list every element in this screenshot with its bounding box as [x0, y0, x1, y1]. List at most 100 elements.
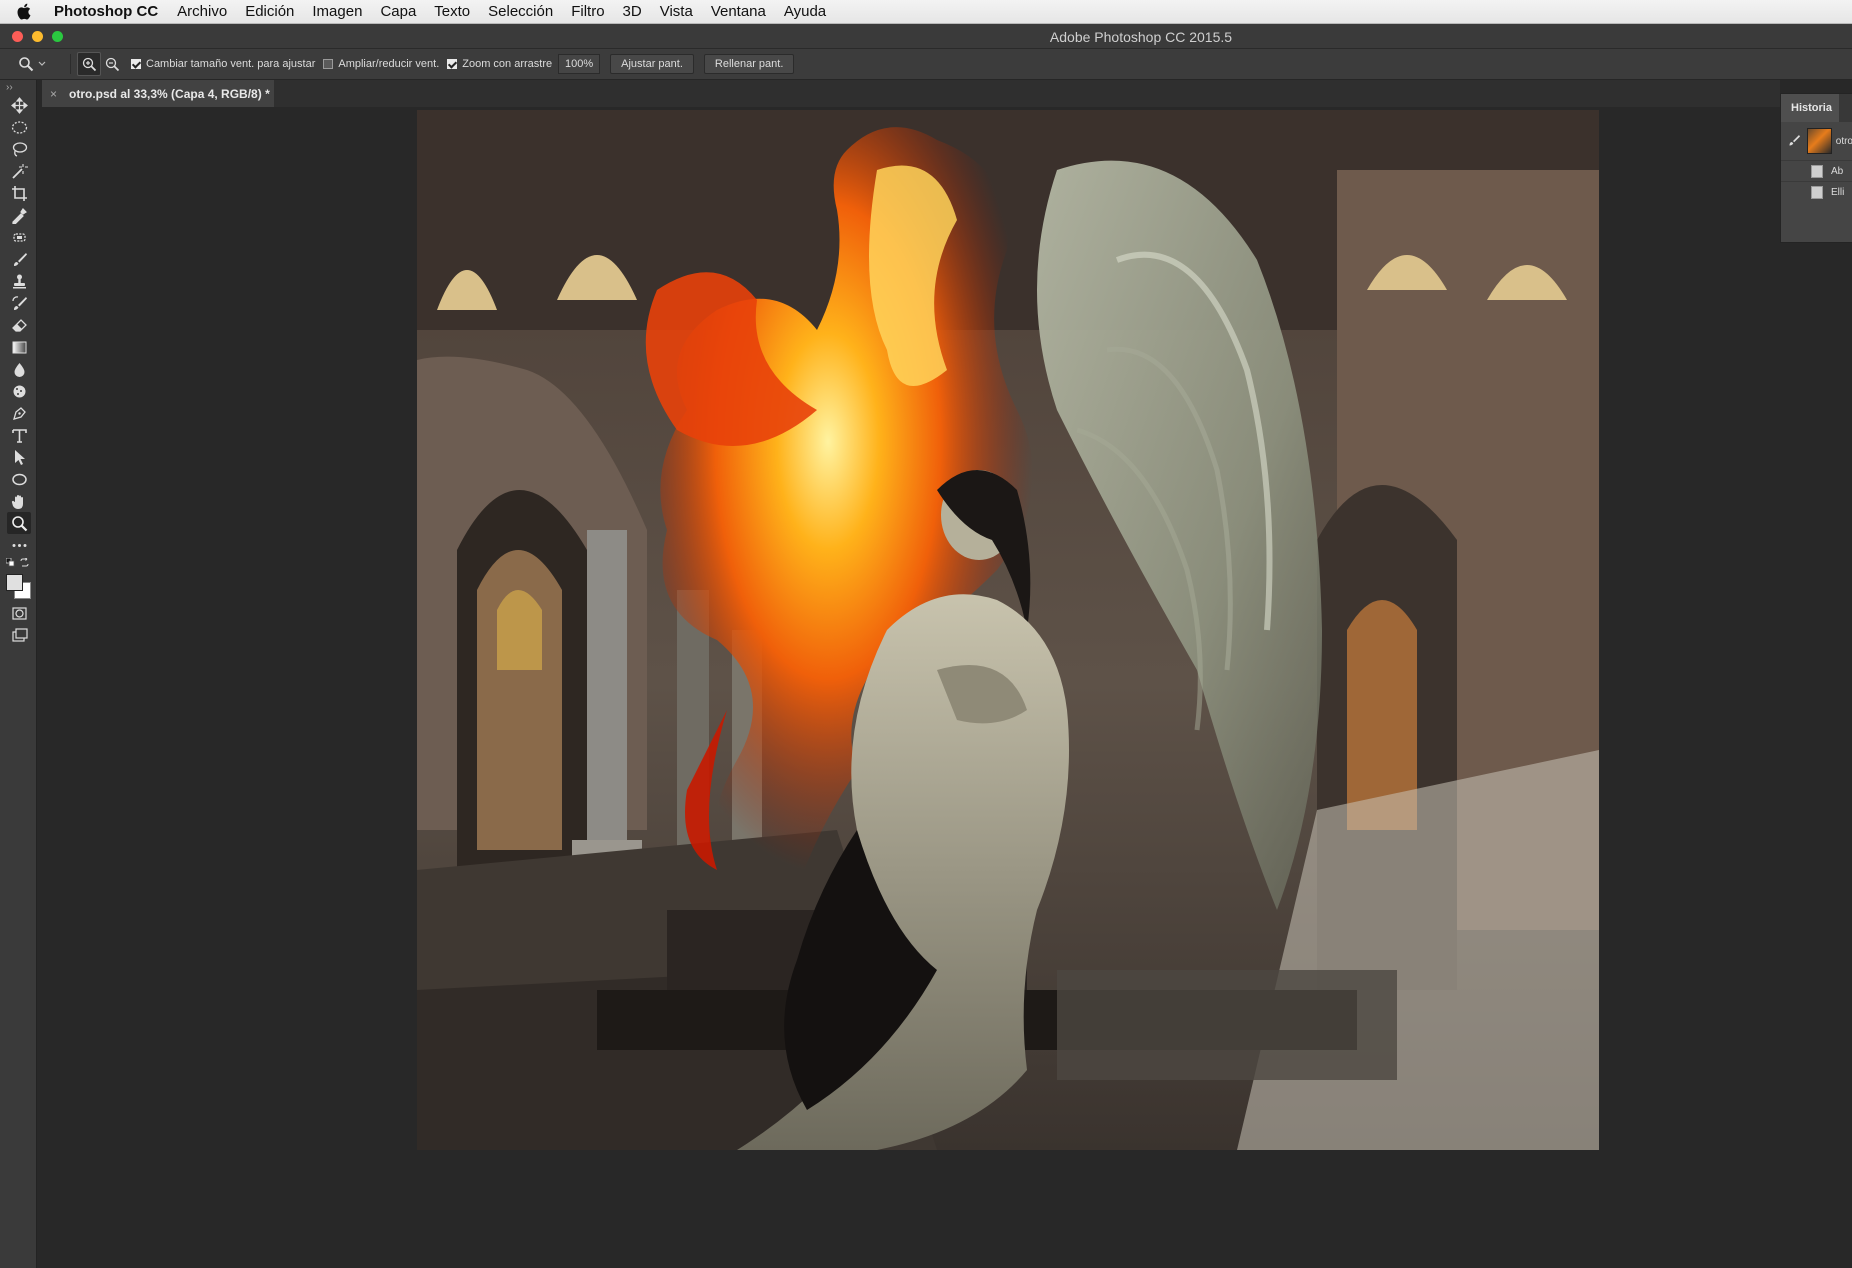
zoom-percent-button[interactable]: 100% — [558, 54, 601, 74]
magnifier-icon — [11, 515, 27, 531]
zoom-out-button[interactable] — [101, 53, 123, 75]
stamp-icon — [12, 274, 26, 288]
document-icon — [1811, 164, 1823, 178]
menu-imagen[interactable]: Imagen — [312, 3, 362, 20]
history-state[interactable]: Ab — [1781, 160, 1852, 181]
collapse-toolbar-icon[interactable]: ›› — [6, 82, 13, 93]
menu-vista[interactable]: Vista — [660, 3, 693, 20]
document-canvas-image[interactable] — [417, 110, 1599, 1150]
quick-mask-toggle[interactable] — [7, 602, 31, 624]
eyedropper-tool[interactable] — [7, 204, 31, 226]
screen-mode-icon — [11, 627, 28, 642]
menu-ventana[interactable]: Ventana — [711, 3, 766, 20]
eyedropper-icon — [11, 207, 27, 224]
options-bar: Cambiar tamaño vent. para ajustar Amplia… — [0, 49, 1852, 80]
ellipsis-icon — [12, 543, 26, 547]
eraser-tool[interactable] — [7, 314, 31, 336]
gradient-tool[interactable] — [7, 336, 31, 358]
history-snapshot[interactable]: otro — [1781, 124, 1852, 158]
path-selection-tool[interactable] — [7, 446, 31, 468]
foreground-color-swatch[interactable] — [6, 574, 23, 591]
tools-panel: ›› — [0, 80, 37, 1268]
move-icon — [10, 96, 28, 114]
blur-tool[interactable] — [7, 358, 31, 380]
menu-edicion[interactable]: Edición — [245, 3, 294, 20]
crop-icon — [11, 185, 27, 201]
brush-tool[interactable] — [7, 248, 31, 270]
clone-stamp-tool[interactable] — [7, 270, 31, 292]
healing-brush-tool[interactable] — [7, 226, 31, 248]
zoom-all-windows-checkbox[interactable] — [323, 59, 334, 69]
menu-3d[interactable]: 3D — [623, 3, 642, 20]
window-title-bar: Adobe Photoshop CC 2015.5 — [0, 24, 1852, 49]
magic-wand-tool[interactable] — [7, 160, 31, 182]
snapshot-thumbnail — [1807, 128, 1832, 154]
brush-icon — [13, 252, 27, 266]
dodge-tool[interactable] — [7, 380, 31, 402]
elliptical-marquee-icon — [11, 120, 27, 134]
crop-tool[interactable] — [7, 182, 31, 204]
screen-mode-toggle[interactable] — [7, 624, 31, 646]
swap-colors-icon[interactable] — [20, 558, 29, 567]
default-colors-icon[interactable] — [6, 558, 15, 567]
tool-preset-picker[interactable] — [18, 52, 64, 76]
drop-icon — [14, 362, 24, 377]
magic-wand-icon — [11, 163, 28, 179]
menu-app-name[interactable]: Photoshop CC — [54, 3, 158, 20]
history-state[interactable]: Elli — [1781, 181, 1852, 202]
document-tab-label: otro.psd al 33,3% (Capa 4, RGB/8) * — [69, 86, 270, 101]
close-tab-icon[interactable]: × — [50, 87, 57, 101]
lasso-tool[interactable] — [7, 138, 31, 160]
more-tools[interactable] — [7, 534, 31, 556]
menu-seleccion[interactable]: Selección — [488, 3, 553, 20]
menu-archivo[interactable]: Archivo — [177, 3, 227, 20]
window-title: Adobe Photoshop CC 2015.5 — [1049, 29, 1233, 45]
gradient-icon — [12, 341, 26, 353]
document-tab[interactable]: × otro.psd al 33,3% (Capa 4, RGB/8) * — [42, 80, 274, 107]
ellipse-tool[interactable] — [7, 468, 31, 490]
canvas-area[interactable] — [37, 107, 1780, 1268]
hand-tool[interactable] — [7, 490, 31, 512]
type-icon — [11, 428, 27, 443]
pen-icon — [12, 406, 26, 420]
menu-filtro[interactable]: Filtro — [571, 3, 604, 20]
menu-ayuda[interactable]: Ayuda — [784, 3, 826, 20]
zoom-tool[interactable] — [7, 512, 31, 534]
fill-screen-button[interactable]: Rellenar pant. — [703, 54, 795, 74]
history-brush-icon — [11, 295, 27, 310]
resize-windows-label: Cambiar tamaño vent. para ajustar — [146, 58, 316, 70]
history-brush-source-icon[interactable] — [1787, 134, 1801, 148]
scrubby-zoom-label: Zoom con arrastre — [462, 58, 553, 70]
document-tab-bar: × otro.psd al 33,3% (Capa 4, RGB/8) * — [42, 80, 1780, 107]
hand-icon — [11, 494, 23, 509]
eraser-icon — [11, 318, 27, 332]
zoom-in-button[interactable] — [77, 52, 101, 76]
lasso-icon — [12, 141, 27, 157]
document-icon — [1811, 185, 1823, 199]
sponge-icon — [13, 385, 25, 397]
resize-windows-checkbox[interactable] — [131, 59, 141, 69]
color-controls — [6, 558, 30, 570]
chevron-down-icon — [38, 61, 46, 66]
fit-screen-button[interactable]: Ajustar pant. — [610, 54, 694, 74]
quick-mask-icon — [11, 606, 27, 620]
menu-texto[interactable]: Texto — [434, 3, 470, 20]
zoom-icon — [19, 57, 34, 72]
arrow-pointer-icon — [14, 449, 25, 465]
history-brush-tool[interactable] — [7, 292, 31, 314]
menu-bar: Photoshop CC Archivo Edición Imagen Capa… — [0, 0, 1852, 24]
move-tool[interactable] — [7, 94, 31, 116]
pen-tool[interactable] — [7, 402, 31, 424]
marquee-tool[interactable] — [7, 116, 31, 138]
ellipse-icon — [11, 473, 27, 485]
apple-icon[interactable] — [16, 3, 44, 20]
menu-capa[interactable]: Capa — [380, 3, 416, 20]
type-tool[interactable] — [7, 424, 31, 446]
artwork-illustration — [417, 110, 1599, 1150]
divider — [70, 54, 71, 74]
zoom-out-icon — [105, 57, 119, 71]
history-state-label: Ab — [1831, 165, 1844, 177]
zoom-all-windows-label: Ampliar/reducir vent. — [338, 58, 440, 70]
history-panel-tab[interactable]: Historia — [1781, 94, 1839, 122]
scrubby-zoom-checkbox[interactable] — [447, 59, 458, 69]
